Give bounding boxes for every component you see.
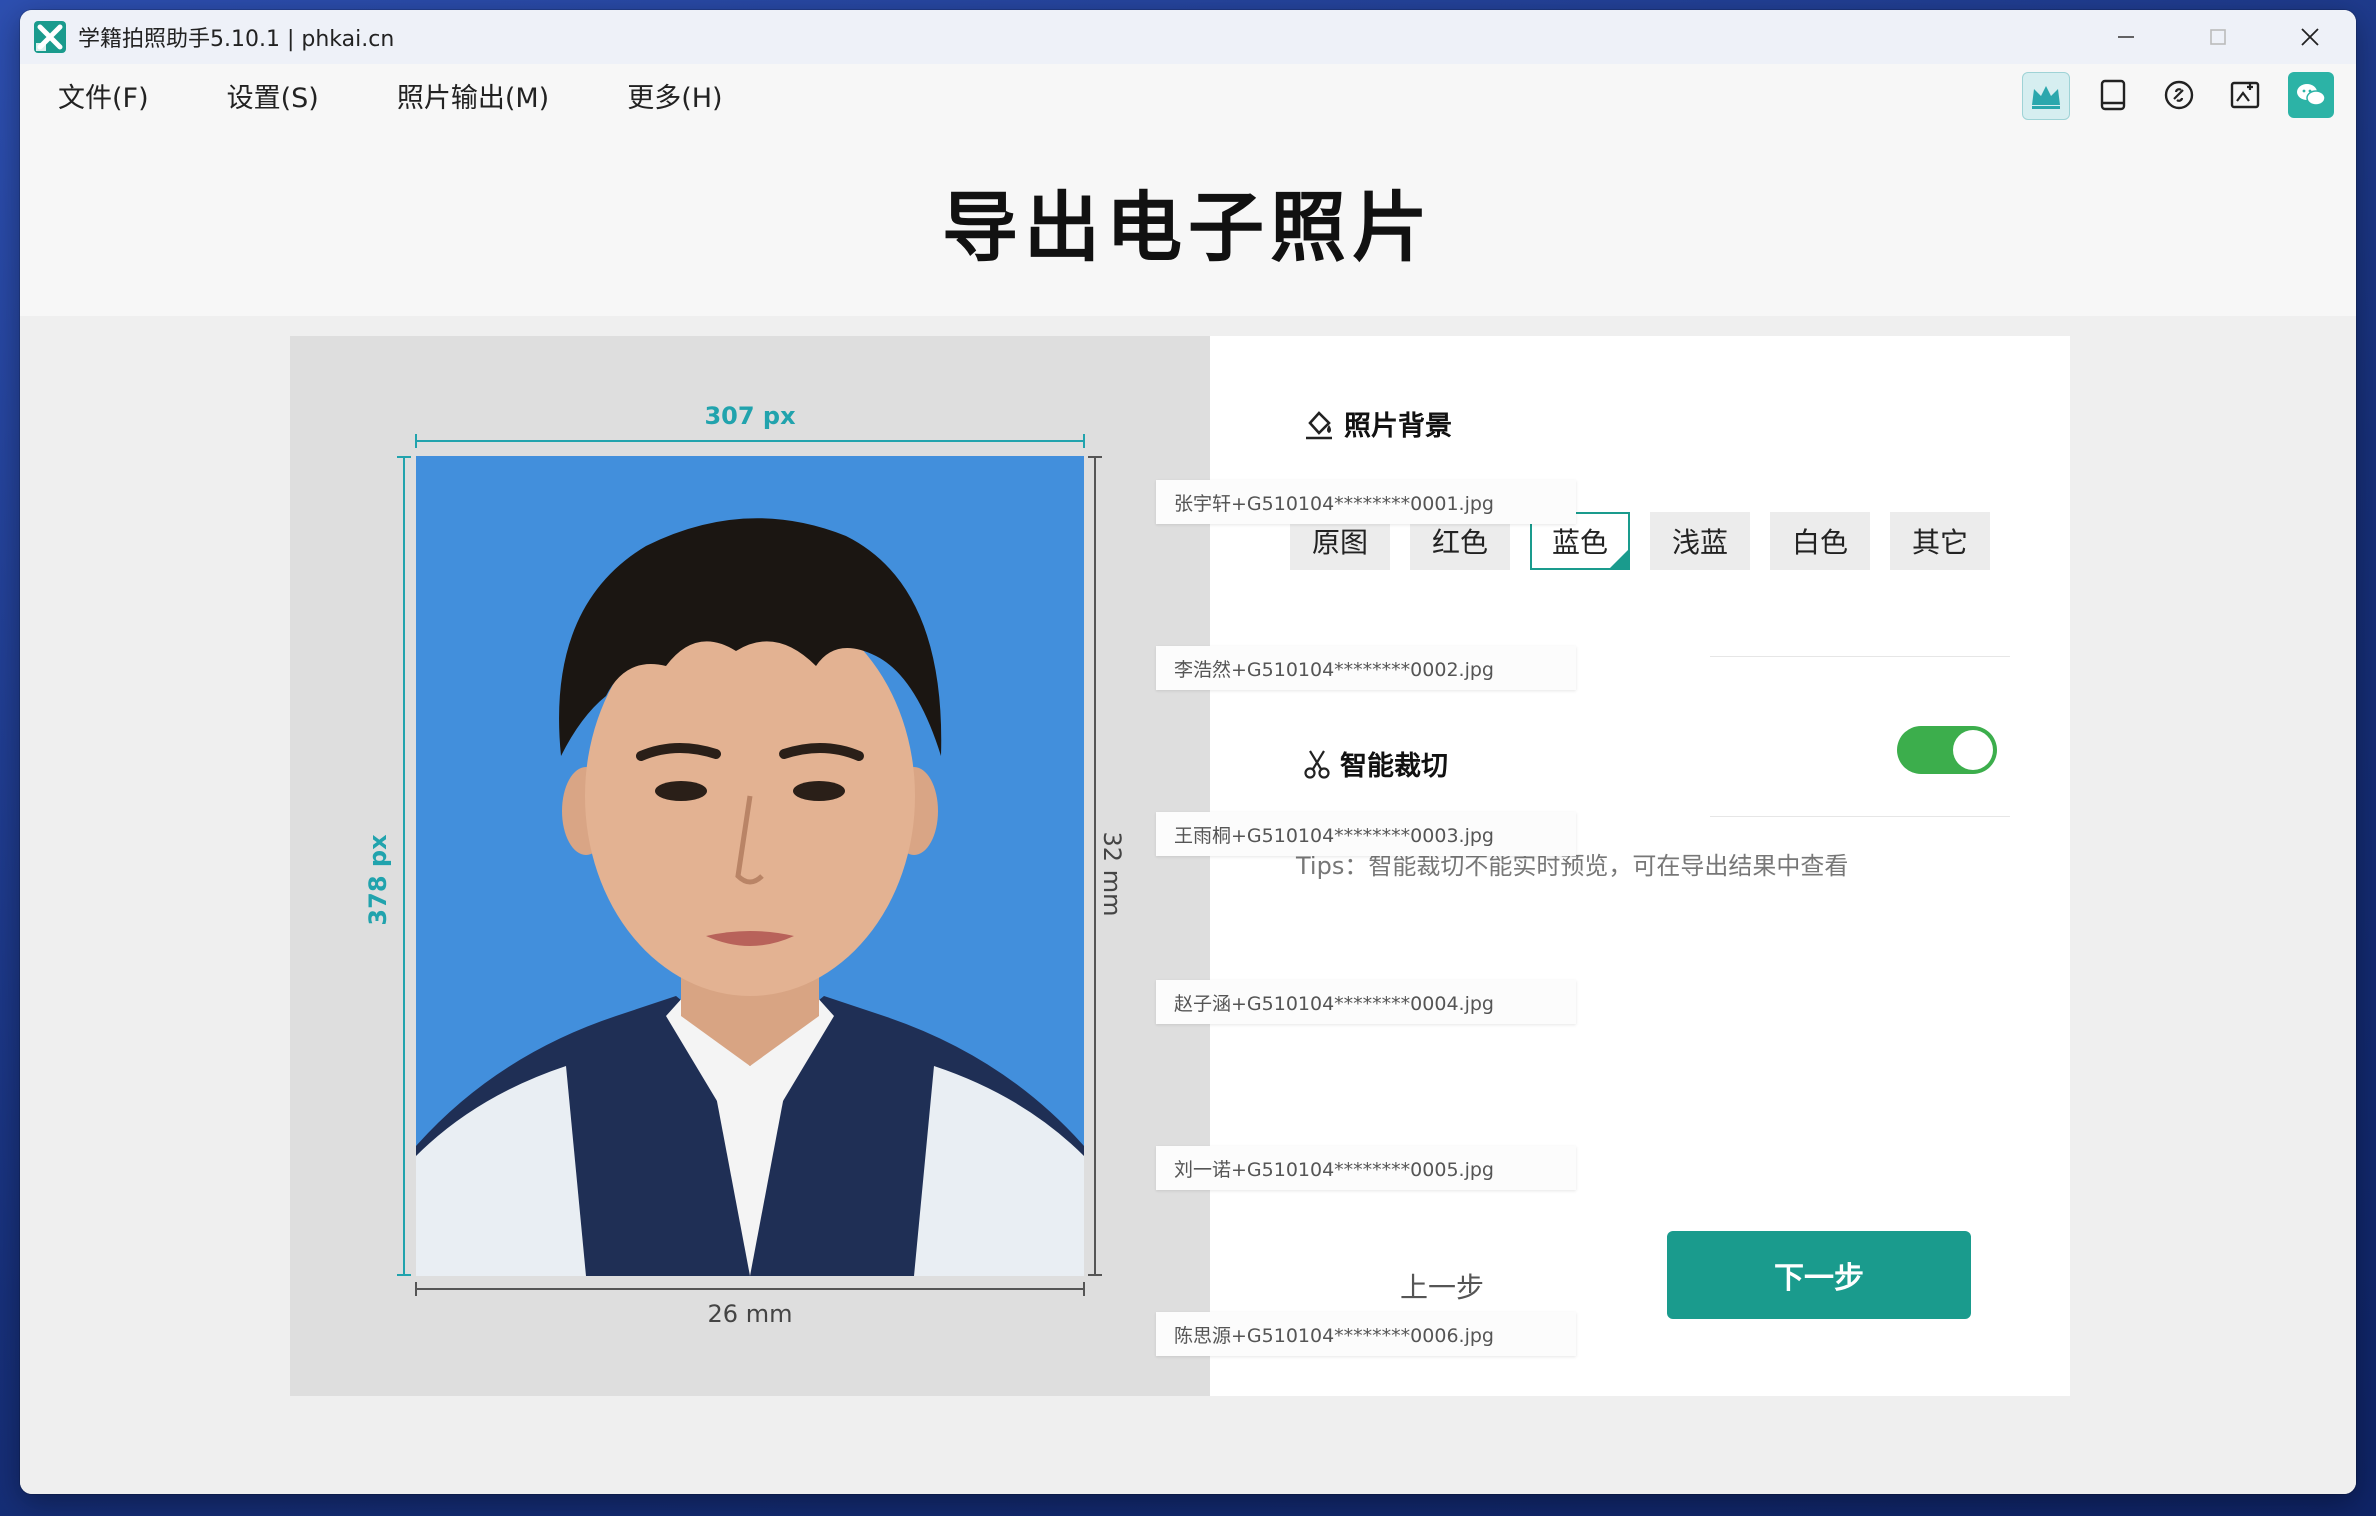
id-photo xyxy=(416,456,1084,1276)
background-section-title: 照片背景 xyxy=(1344,411,1452,442)
tablet-icon[interactable] xyxy=(2090,72,2136,118)
portrait-image xyxy=(416,456,1084,1276)
scissors-icon xyxy=(1304,749,1330,779)
file-label: 刘一诺+G510104********0005.jpg xyxy=(1156,1146,1576,1190)
width-px-label: 307 px xyxy=(704,402,796,430)
dimension-tick xyxy=(415,1282,417,1296)
dimension-tick xyxy=(397,456,411,458)
dimension-tick xyxy=(1083,1282,1085,1296)
smart-crop-toggle[interactable] xyxy=(1897,726,1997,774)
prev-step-button[interactable]: 上一步 xyxy=(1400,1266,1484,1306)
height-mm-dimension-line xyxy=(1094,456,1096,1276)
file-label: 陈思源+G510104********0006.jpg xyxy=(1156,1312,1576,1356)
dimension-tick xyxy=(1088,1274,1102,1276)
file-label: 李浩然+G510104********0002.jpg xyxy=(1156,646,1576,690)
smart-crop-section-header: 智能裁切 xyxy=(1302,744,1448,783)
close-icon xyxy=(2301,28,2319,46)
next-step-button[interactable]: 下一步 xyxy=(1667,1231,1971,1319)
file-label: 王雨桐+G510104********0003.jpg xyxy=(1156,812,1576,856)
menu-file[interactable]: 文件(F) xyxy=(58,76,149,115)
bg-option-light-blue[interactable]: 浅蓝 xyxy=(1650,512,1750,570)
window-title: 学籍拍照助手5.10.1 | phkai.cn xyxy=(78,27,395,52)
menu-settings[interactable]: 设置(S) xyxy=(227,76,319,115)
wechat-icon[interactable] xyxy=(2288,72,2334,118)
app-logo-icon xyxy=(34,21,66,53)
height-px-label: 378 px xyxy=(364,834,392,926)
menu-photo-output[interactable]: 照片输出(M) xyxy=(397,76,549,115)
page-header: 导出电子照片 xyxy=(20,126,2356,316)
dimension-tick xyxy=(1083,434,1085,448)
window-controls xyxy=(2080,10,2356,64)
link-icon[interactable] xyxy=(2156,72,2202,118)
divider xyxy=(1710,816,2010,817)
menu-more[interactable]: 更多(H) xyxy=(627,76,722,115)
dimension-tick xyxy=(397,1274,411,1276)
paint-bucket-icon xyxy=(1306,410,1332,439)
bg-option-white[interactable]: 白色 xyxy=(1770,512,1870,570)
toggle-knob xyxy=(1953,730,1993,770)
bg-option-other[interactable]: 其它 xyxy=(1890,512,1990,570)
width-mm-label: 26 mm xyxy=(707,1300,793,1328)
file-label: 张宇轩+G510104********0001.jpg xyxy=(1156,480,1576,524)
crown-icon[interactable] xyxy=(2022,72,2070,120)
minimize-icon xyxy=(2118,36,2134,38)
smart-crop-title: 智能裁切 xyxy=(1340,751,1448,782)
menu-bar: 文件(F) 设置(S) 照片输出(M) 更多(H) xyxy=(20,64,2356,126)
file-label: 赵子涵+G510104********0004.jpg xyxy=(1156,980,1576,1024)
dimension-tick xyxy=(1088,456,1102,458)
maximize-button[interactable] xyxy=(2172,10,2264,64)
height-px-dimension-line xyxy=(403,456,405,1276)
width-mm-dimension-line xyxy=(416,1288,1084,1290)
dimension-tick xyxy=(415,434,417,448)
close-button[interactable] xyxy=(2264,10,2356,64)
toolbar-icons xyxy=(2022,72,2334,120)
background-section-header: 照片背景 xyxy=(1302,404,1452,443)
title-bar[interactable]: 学籍拍照助手5.10.1 | phkai.cn xyxy=(20,10,2356,64)
width-px-dimension-line xyxy=(416,440,1084,442)
minimize-button[interactable] xyxy=(2080,10,2172,64)
image-edit-icon[interactable] xyxy=(2222,72,2268,118)
maximize-icon xyxy=(2210,29,2226,45)
height-mm-label: 32 mm xyxy=(1098,831,1126,917)
page-title: 导出电子照片 xyxy=(942,183,1434,272)
divider xyxy=(1710,656,2010,657)
